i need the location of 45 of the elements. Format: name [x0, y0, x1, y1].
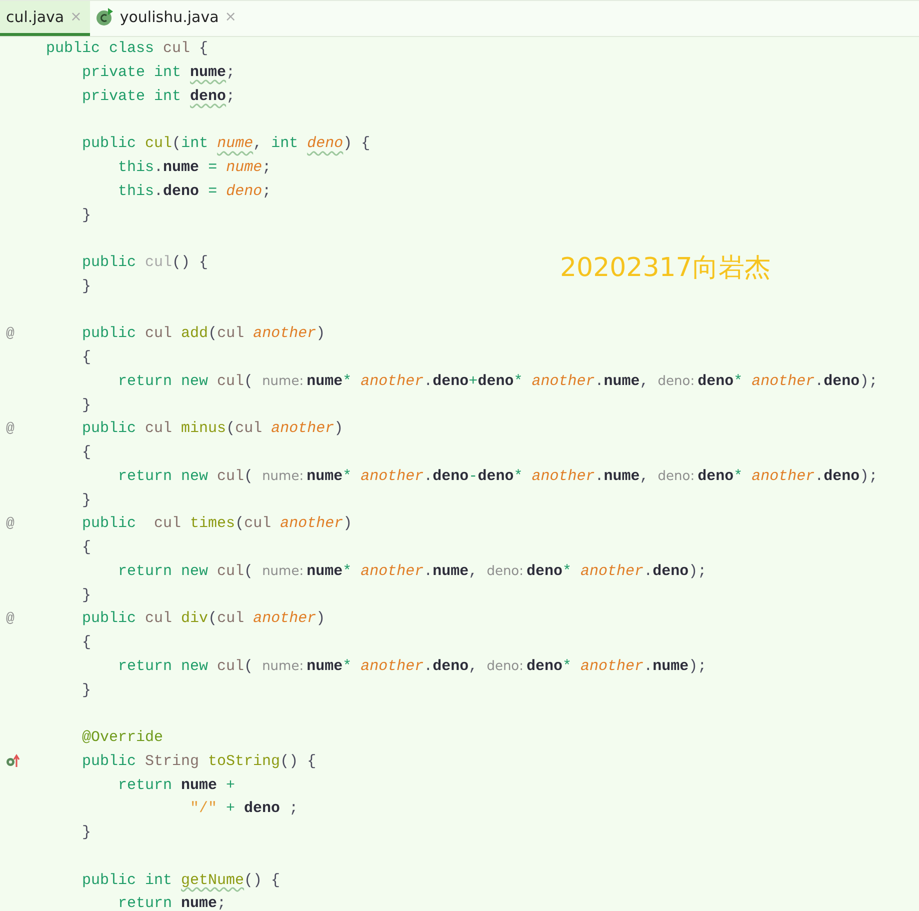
file-tab[interactable]: cul.java × [0, 1, 90, 36]
code-line: this.nume = nume; [117, 159, 272, 176]
code-line: public cul times(cul another) [81, 515, 352, 532]
implement-marker[interactable]: @ [6, 326, 14, 342]
code-line: return nume + [117, 776, 236, 794]
implement-marker[interactable]: @ [6, 610, 14, 627]
code-line: } [81, 586, 92, 604]
code-line: @Override [81, 729, 164, 746]
code-line: public cul minus(cul another) [81, 420, 344, 438]
code-line: public String toString() { [81, 752, 316, 770]
code-line: } [81, 492, 92, 509]
code-line: return nume; [117, 895, 226, 911]
code-line: public cul add(cul another) [81, 325, 326, 342]
override-icon[interactable] [6, 754, 20, 768]
code-line: return new cul( nume: nume* another.deno, deno: deno* another.nume); [117, 658, 707, 675]
code-line: public cul(int nume, int deno) { [81, 135, 370, 152]
code-line: { [81, 349, 92, 366]
close-icon[interactable]: × [224, 9, 237, 25]
implement-marker[interactable]: @ [6, 420, 14, 437]
code-line: } [81, 824, 92, 842]
close-icon[interactable]: × [70, 9, 82, 25]
code-line: } [81, 396, 92, 414]
code-line: "/" + deno ; [189, 800, 298, 818]
code-line: public class cul { [46, 40, 208, 58]
tab-label: youlishu.java [120, 8, 219, 26]
code-line: return new cul( nume: nume* another.deno-deno* another.nume, deno: deno* another.deno); [117, 468, 878, 485]
code-line: private int nume; [81, 64, 236, 82]
implement-marker[interactable]: @ [6, 516, 14, 532]
code-line: return new cul( nume: nume* another.nume, deno: deno* another.deno); [117, 562, 707, 580]
code-line: } [81, 682, 92, 699]
code-line: } [81, 278, 92, 295]
file-tab[interactable]: youlishu.java × [90, 1, 245, 36]
class-icon [96, 8, 114, 26]
code-line: public cul() { [81, 254, 208, 272]
code-line: { [81, 539, 92, 556]
tab-label: cul.java [6, 8, 64, 26]
overlay-note: 20202317向岩杰 [560, 252, 770, 285]
code-line: { [81, 634, 92, 652]
code-line: } [81, 206, 92, 224]
code-line: public int getNume() { [81, 872, 280, 889]
code-line: public cul div(cul another) [81, 610, 326, 628]
code-line: { [81, 444, 92, 462]
code-line: this.deno = deno; [117, 182, 272, 200]
code-line: private int deno; [81, 88, 236, 105]
code-line: return new cul( nume: nume* another.deno+deno* another.nume, deno: deno* another.deno); [117, 372, 878, 390]
